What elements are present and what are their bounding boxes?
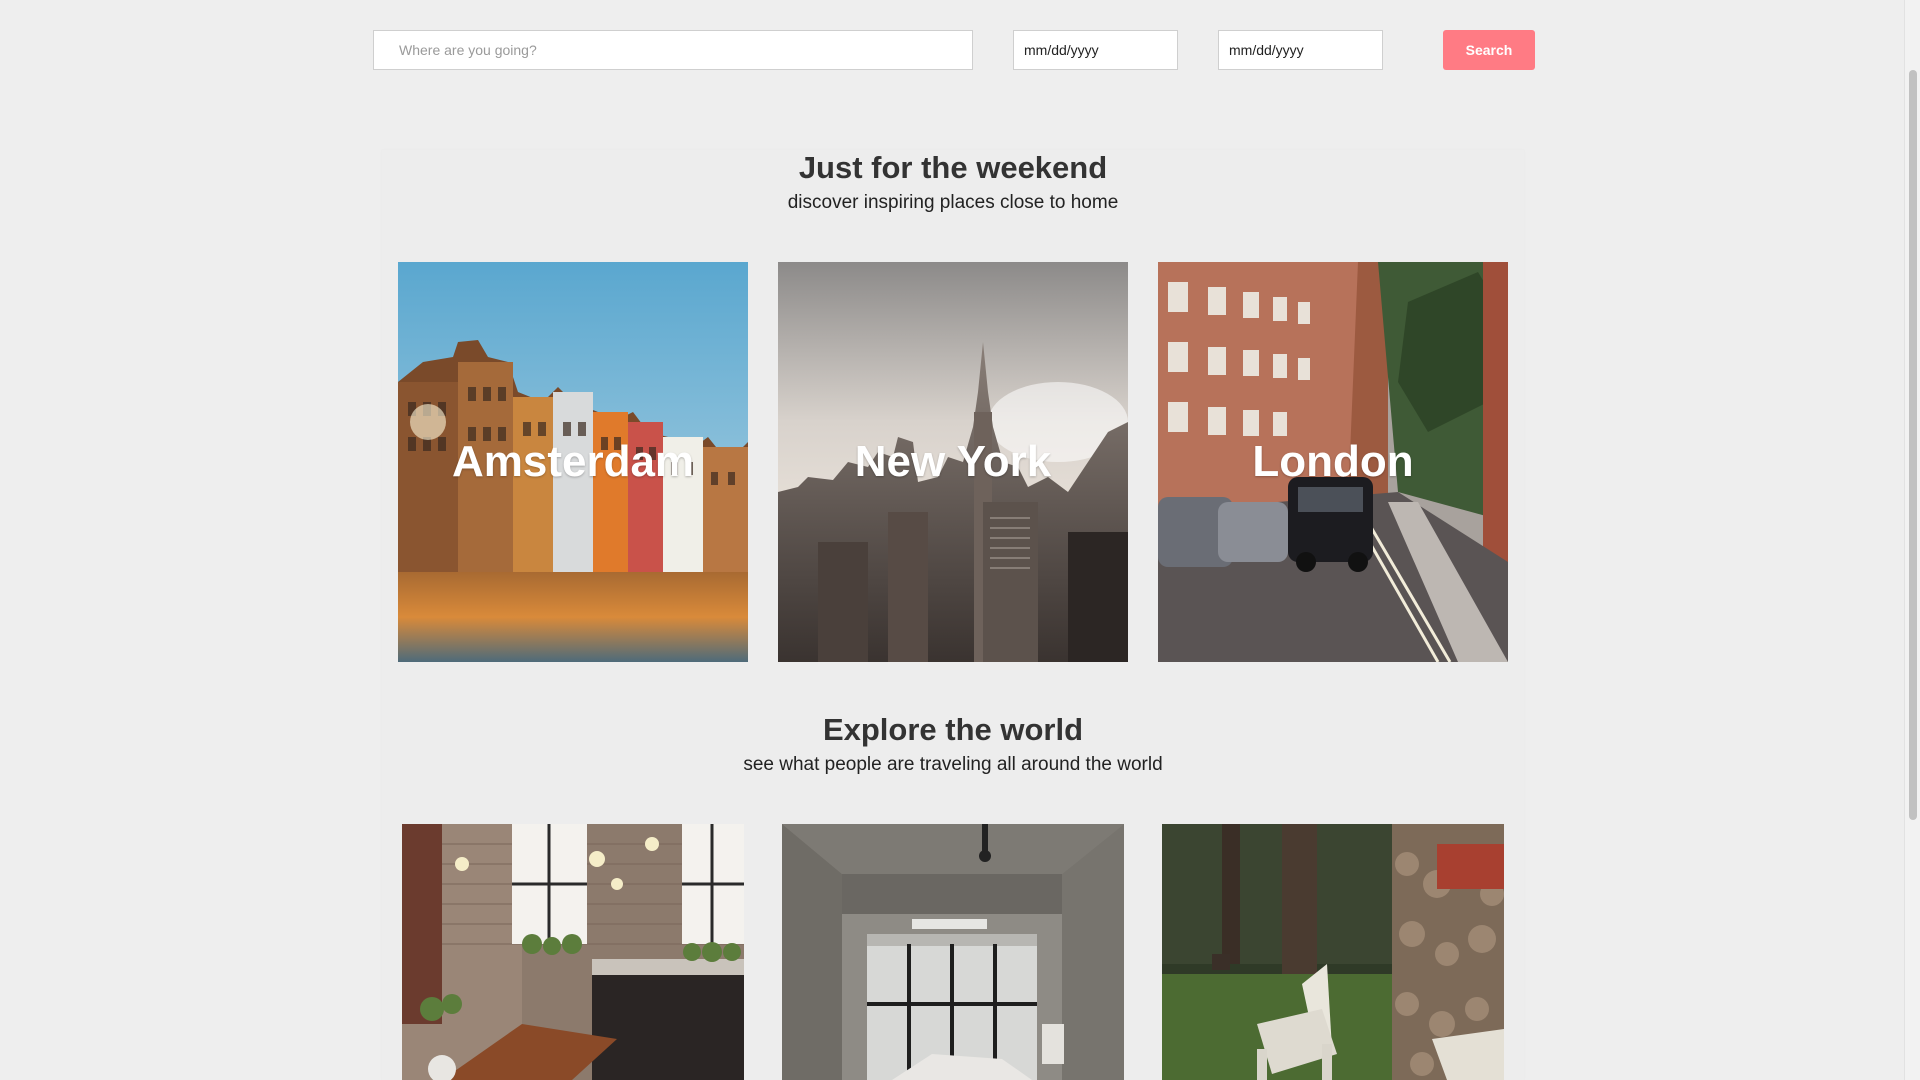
explore-card-concrete-room[interactable]: [782, 824, 1124, 1080]
city-name-amsterdam: Amsterdam: [451, 437, 695, 486]
weekend-section-subtitle: discover inspiring places close to home: [787, 192, 1119, 213]
explore-card-loft[interactable]: [402, 824, 744, 1080]
city-name-new-york: New York: [854, 437, 1052, 486]
city-card-amsterdam[interactable]: Amsterdam: [398, 262, 748, 662]
search-bar: Search: [373, 30, 1535, 70]
explore-section-title: Explore the world: [822, 712, 1084, 747]
explore-section-subtitle: see what people are traveling all around…: [743, 754, 1163, 775]
loft-kitchen-image: [402, 824, 744, 1080]
checkout-date-input[interactable]: [1218, 30, 1383, 70]
explore-card-cabin[interactable]: [1162, 824, 1504, 1080]
cabin-chair-image: [1162, 824, 1504, 1080]
weekend-section-title: Just for the weekend: [798, 150, 1108, 185]
page: Search Just for the weekend discover ins…: [0, 0, 1920, 1080]
destination-input[interactable]: [373, 30, 973, 70]
vertical-scrollbar[interactable]: [1904, 0, 1920, 1080]
search-button[interactable]: Search: [1443, 30, 1535, 70]
city-card-london[interactable]: London: [1158, 262, 1508, 662]
city-card-new-york[interactable]: New York: [778, 262, 1128, 662]
concrete-room-image: [782, 824, 1124, 1080]
checkin-date-input[interactable]: [1013, 30, 1178, 70]
city-name-london: London: [1252, 437, 1414, 486]
scrollbar-thumb[interactable]: [1909, 70, 1917, 820]
content-panel: Just for the weekend discover inspiring …: [382, 150, 1524, 1080]
